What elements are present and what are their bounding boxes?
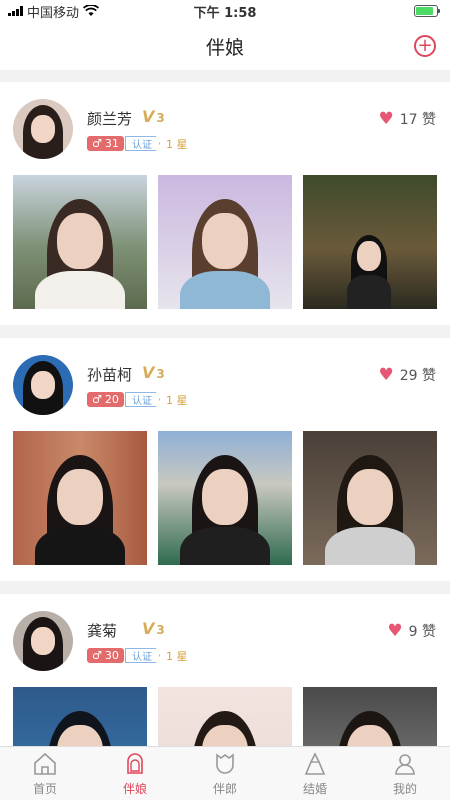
status-left: 中国移动 — [8, 2, 100, 21]
level-badge: ♂ 30 — [87, 648, 124, 663]
status-bar: 中国移动 下午 1:58 — [0, 0, 450, 22]
groomsman-icon — [216, 753, 234, 774]
cert-badge: 认证 — [125, 648, 160, 663]
like-count: 17 — [399, 112, 418, 128]
ribbon-icon: ♂ — [92, 649, 102, 662]
ribbon-icon: ♂ — [92, 393, 102, 406]
photo-thumbnail[interactable] — [13, 687, 147, 746]
star-rating: 1 星 — [166, 138, 188, 151]
heart-icon: ♥ — [387, 621, 403, 641]
vip-level: 3 — [156, 367, 165, 381]
tab-home[interactable]: 首页 — [0, 747, 90, 800]
wifi-icon — [83, 5, 100, 16]
tab-profile[interactable]: 我的 — [360, 747, 450, 800]
level-value: 20 — [104, 393, 119, 406]
heart-icon: ♥ — [378, 365, 394, 385]
profile-card[interactable]: 颜兰芳 V3 ♂ 31 认证 1 星 ♥ 17 赞 — [0, 82, 450, 325]
profile-name: 孙苗柯 — [87, 366, 133, 384]
vip-badge: V3 — [142, 107, 165, 126]
photo-thumbnail[interactable] — [13, 175, 147, 309]
tab-label: 伴娘 — [122, 782, 147, 796]
photo-row — [13, 175, 437, 309]
home-icon — [34, 752, 56, 775]
tab-groomsman[interactable]: 伴郎 — [180, 747, 270, 800]
tab-label: 结婚 — [302, 782, 327, 796]
photo-thumbnail[interactable] — [158, 687, 292, 746]
carrier-name: 中国移动 — [27, 5, 80, 21]
profile-card[interactable]: 龚菊 V3 ♂ 30 认证 1 星 ♥ 9 赞 — [0, 594, 450, 746]
level-value: 30 — [104, 649, 119, 662]
avatar[interactable] — [13, 355, 73, 415]
star-rating: 1 星 — [166, 394, 188, 407]
like-count: 9 — [408, 624, 418, 640]
wedding-icon — [304, 752, 326, 775]
nav-bar: 伴娘 + — [0, 22, 450, 70]
like-button[interactable]: ♥ 9 赞 — [387, 621, 436, 641]
battery-fill — [416, 7, 433, 15]
photo-thumbnail[interactable] — [303, 431, 437, 565]
photo-thumbnail[interactable] — [303, 687, 437, 746]
like-unit: 赞 — [422, 624, 436, 640]
profile-name: 龚菊 — [87, 622, 118, 640]
cert-badge: 认证 — [125, 136, 160, 151]
level-value: 31 — [104, 137, 119, 150]
like-count: 29 — [399, 368, 418, 384]
photo-row — [13, 431, 437, 565]
heart-icon: ♥ — [378, 109, 394, 129]
tab-wedding[interactable]: 结婚 — [270, 747, 360, 800]
user-icon — [395, 754, 415, 775]
like-button[interactable]: ♥ 29 赞 — [378, 365, 436, 385]
signal-icon — [8, 6, 23, 16]
vip-level: 3 — [156, 623, 165, 637]
like-button[interactable]: ♥ 17 赞 — [378, 109, 436, 129]
cert-badge: 认证 — [125, 392, 160, 407]
like-unit: 赞 — [422, 368, 436, 384]
bridesmaid-feed[interactable]: 颜兰芳 V3 ♂31 认证 1 星 ♥ 17 赞 孙苗柯 V3 ♂20 认证 — [0, 82, 450, 746]
tab-label: 伴郎 — [212, 782, 237, 796]
avatar[interactable] — [13, 611, 73, 671]
photo-thumbnail[interactable] — [158, 431, 292, 565]
bridesmaid-icon — [127, 753, 143, 774]
vip-badge: V3 — [142, 619, 165, 638]
photo-thumbnail[interactable] — [13, 431, 147, 565]
photo-row — [13, 687, 437, 746]
tab-bar: 首页 伴娘 伴郎 结婚 我的 — [0, 746, 450, 800]
like-unit: 赞 — [422, 112, 436, 128]
plus-circle-icon[interactable]: + — [414, 35, 436, 57]
vip-level: 3 — [156, 111, 165, 125]
level-badge: ♂ 20 — [87, 392, 124, 407]
tab-label: 首页 — [32, 782, 57, 796]
ribbon-icon: ♂ — [92, 137, 102, 150]
tab-label: 我的 — [392, 782, 417, 796]
page-title: 伴娘 — [205, 36, 244, 59]
tab-bridesmaid[interactable]: 伴娘 — [90, 747, 180, 800]
photo-thumbnail[interactable] — [303, 175, 437, 309]
battery-icon — [414, 5, 440, 17]
avatar[interactable] — [13, 99, 73, 159]
star-rating: 1 星 — [166, 650, 188, 663]
photo-thumbnail[interactable] — [158, 175, 292, 309]
profile-card[interactable]: 孙苗柯 V3 ♂ 20 认证 1 星 ♥ 29 赞 — [0, 338, 450, 581]
level-badge: ♂ 31 — [87, 136, 124, 151]
vip-badge: V3 — [142, 363, 165, 382]
profile-name: 颜兰芳 — [87, 110, 133, 128]
